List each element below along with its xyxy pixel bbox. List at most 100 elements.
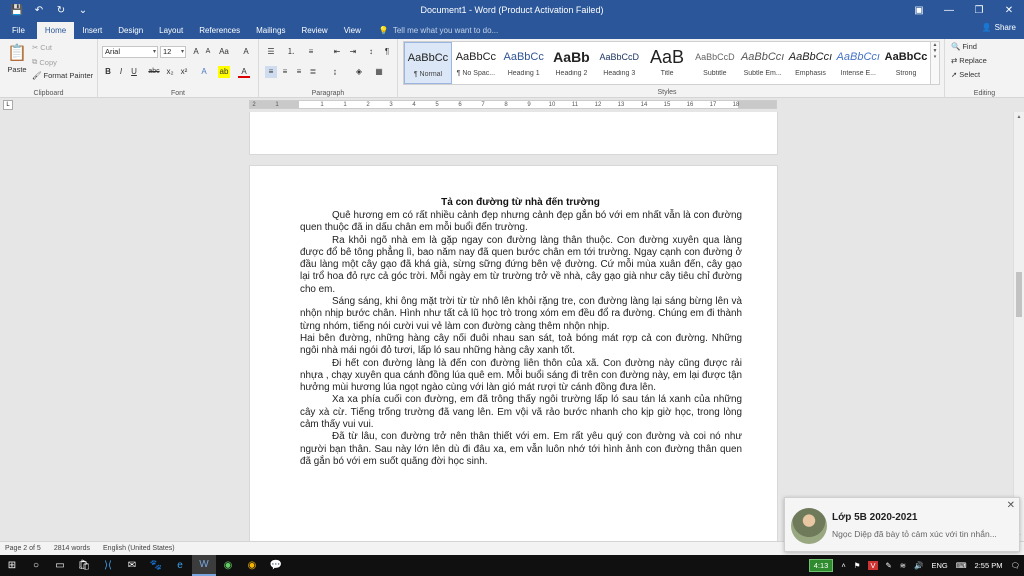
word-icon[interactable]: W [192, 555, 216, 576]
undo-icon[interactable]: ↶ [28, 0, 50, 21]
share-button[interactable]: 👤 Share [982, 23, 1016, 32]
task-view-icon[interactable]: ▭ [48, 555, 72, 576]
paragraph[interactable]: Xa xa phía cuối con đường, em đã trông t… [300, 394, 742, 431]
style-heading-3[interactable]: AaBbCcD Heading 3 [595, 42, 643, 84]
tab-design[interactable]: Design [110, 22, 151, 39]
text-effects-icon[interactable]: A [198, 66, 210, 78]
minimize-button[interactable]: — [934, 0, 964, 21]
tab-selector[interactable]: L [3, 100, 13, 110]
app-icon[interactable]: 🐾 [144, 555, 168, 576]
replace-button[interactable]: ⇄ Replace [951, 56, 987, 65]
ribbon-display-options-icon[interactable]: ▣ [904, 0, 934, 21]
show-marks-icon[interactable]: ¶ [381, 46, 393, 58]
paste-button[interactable]: 📋 Paste [6, 43, 28, 74]
style-emphasis[interactable]: AaBbCcı Emphasis [787, 42, 835, 84]
redo-icon[interactable]: ↻ [50, 0, 72, 21]
tab-review[interactable]: Review [293, 22, 335, 39]
paragraph[interactable]: Hai bên đường, những hàng cây nối đuôi n… [300, 333, 742, 358]
page-count[interactable]: Page 2 of 5 [5, 545, 41, 552]
paragraph[interactable]: Đã từ lâu, con đường trở nên thân thiết … [300, 431, 742, 468]
vertical-scrollbar[interactable]: ▲ ▼ [1013, 112, 1024, 541]
align-left-icon[interactable]: ≡ [265, 66, 277, 78]
style-no-spacing[interactable]: AaBbCc ¶ No Spac... [452, 42, 500, 84]
keyboard-icon[interactable]: ⌨ [956, 561, 967, 570]
document-page[interactable]: Tả con đường từ nhà đến trường Quê hương… [249, 165, 778, 541]
styles-scroll[interactable]: ▲ ▼ ▾ [931, 41, 940, 85]
wifi-icon[interactable]: ≋ [900, 561, 906, 570]
document-body[interactable]: Quê hương em có rất nhiều cảnh đẹp nhưng… [300, 210, 742, 468]
increase-indent-icon[interactable]: ⇥ [347, 46, 359, 58]
customize-qat-icon[interactable]: ⌄ [72, 0, 94, 21]
volume-icon[interactable]: 🔊 [914, 561, 923, 570]
font-name-combo[interactable]: Arial ▾ [102, 46, 158, 58]
language-label[interactable]: ENG [931, 561, 947, 570]
multilevel-list-icon[interactable]: ≡ [305, 46, 317, 58]
tab-insert[interactable]: Insert [74, 22, 110, 39]
scroll-thumb[interactable] [1016, 272, 1022, 317]
style-heading-2[interactable]: AaBb Heading 2 [548, 42, 596, 84]
align-center-icon[interactable]: ≡ [279, 66, 291, 78]
line-spacing-icon[interactable]: ↨ [329, 66, 341, 78]
tab-layout[interactable]: Layout [151, 22, 191, 39]
tab-view[interactable]: View [336, 22, 369, 39]
format-painter-button[interactable]: 🖌 Format Painter [32, 71, 93, 80]
paragraph[interactable]: Sáng sáng, khi ông mặt trời từ từ nhô lê… [300, 296, 742, 333]
restore-button[interactable]: ❐ [964, 0, 994, 21]
language-indicator[interactable]: English (United States) [103, 545, 175, 552]
decrease-indent-icon[interactable]: ⇤ [331, 46, 343, 58]
tab-home[interactable]: Home [36, 22, 75, 39]
app-green-icon[interactable]: ◉ [216, 555, 240, 576]
edge-icon[interactable]: e [168, 555, 192, 576]
network-icon[interactable]: ⚑ [854, 561, 861, 570]
chevron-up-icon[interactable]: ˄ [841, 561, 845, 570]
cut-button[interactable]: ✂ Cut [32, 43, 52, 52]
previous-page[interactable] [249, 112, 778, 155]
scroll-up-icon[interactable]: ▲ [1014, 112, 1024, 122]
strikethrough-icon[interactable]: abc [148, 66, 160, 78]
mail-icon[interactable]: ✉ [120, 555, 144, 576]
change-case-icon[interactable]: Aa [218, 46, 230, 58]
style-subtle-emphasis[interactable]: AaBbCcı Subtle Em... [739, 42, 787, 84]
tell-me-box[interactable]: 💡 Tell me what you want to do... [369, 22, 498, 39]
clock[interactable]: 2:55 PM [975, 561, 1003, 570]
notification-toast[interactable]: Lớp 5B 2020-2021 Ngọc Diệp đã bày tỏ cảm… [784, 497, 1020, 552]
italic-icon[interactable]: I [115, 66, 127, 78]
superscript-icon[interactable]: x² [178, 66, 190, 78]
select-button[interactable]: ➚ Select [951, 70, 980, 79]
close-icon[interactable]: ✕ [1007, 500, 1015, 511]
font-size-combo[interactable]: 12 ▾ [160, 46, 186, 58]
battery-indicator[interactable]: 4:13 [808, 559, 834, 572]
bullets-icon[interactable]: ☰ [265, 46, 277, 58]
borders-icon[interactable]: ▦ [373, 66, 385, 78]
search-icon[interactable]: ○ [24, 555, 48, 576]
word-count[interactable]: 2814 words [54, 545, 90, 552]
style-title[interactable]: AaB Title [643, 42, 691, 84]
bold-icon[interactable]: B [102, 66, 114, 78]
style-subtitle[interactable]: AaBbCcD Subtitle [691, 42, 739, 84]
messenger-icon[interactable]: 💬 [264, 555, 288, 576]
style-strong[interactable]: AaBbCc Strong [882, 42, 930, 84]
clear-formatting-icon[interactable]: A [240, 46, 252, 58]
pen-icon[interactable]: ✎ [886, 561, 892, 570]
shrink-font-icon[interactable]: A [202, 46, 214, 58]
subscript-icon[interactable]: x₂ [164, 66, 176, 78]
style-intense-emphasis[interactable]: AaBbCcı Intense E... [834, 42, 882, 84]
paragraph[interactable]: Quê hương em có rất nhiều cảnh đẹp nhưng… [300, 210, 742, 235]
store-icon[interactable]: 🛍 [72, 555, 96, 576]
save-icon[interactable]: 💾 [6, 0, 28, 21]
copy-button[interactable]: ⧉ Copy [32, 57, 57, 67]
style-heading-1[interactable]: AaBbCc Heading 1 [500, 42, 548, 84]
vscode-icon[interactable]: ⟩⟨ [96, 555, 120, 576]
font-color-icon[interactable]: A [238, 66, 250, 78]
align-right-icon[interactable]: ≡ [293, 66, 305, 78]
shading-icon[interactable]: ◈ [353, 66, 365, 78]
highlight-icon[interactable]: ab [218, 66, 230, 78]
close-button[interactable]: ✕ [994, 0, 1024, 21]
paragraph[interactable]: Đi hết con đường làng là đến con đường l… [300, 358, 742, 395]
tab-file[interactable]: File [0, 22, 37, 39]
tab-mailings[interactable]: Mailings [248, 22, 293, 39]
horizontal-ruler[interactable]: 2 1 1 1 2 3 4 5 6 7 8 9 10 11 12 13 14 1… [249, 100, 777, 109]
document-title[interactable]: Tả con đường từ nhà đến trường [300, 197, 741, 208]
vivaldi-icon[interactable]: V [868, 561, 878, 570]
numbering-icon[interactable]: ⒈ [285, 46, 297, 58]
